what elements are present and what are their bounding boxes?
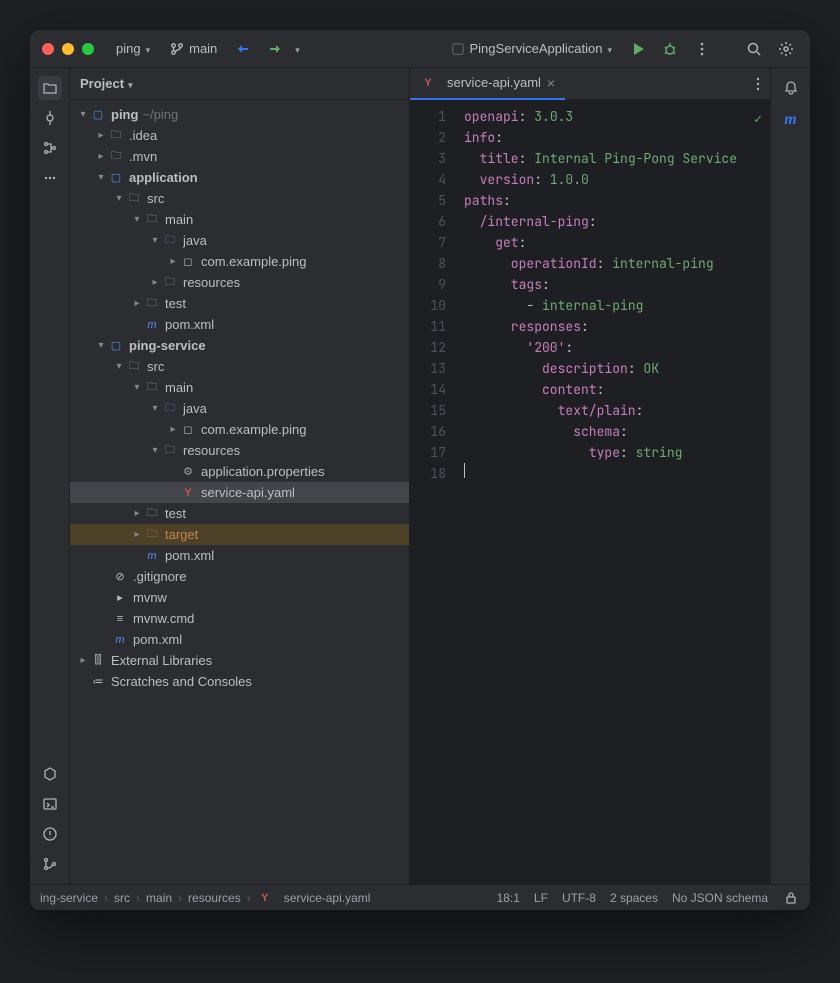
- editor-body[interactable]: 123456789101112131415161718 ✓ openapi: 3…: [410, 100, 770, 884]
- tree-item-root[interactable]: ▾▢ping~/ping: [70, 104, 409, 125]
- tree-item-main2[interactable]: ▾🗀main: [70, 377, 409, 398]
- left-tool-rail: [30, 68, 70, 884]
- structure-tool-button[interactable]: [38, 136, 62, 160]
- project-name: ping: [116, 41, 141, 56]
- tree-item-mvn[interactable]: ▸🗀.mvn: [70, 146, 409, 167]
- project-tree[interactable]: ▾▢ping~/ping ▸🗀.idea ▸🗀.mvn ▾▢applicatio…: [70, 100, 409, 884]
- yaml-icon: Y: [257, 890, 273, 906]
- debug-button[interactable]: [658, 37, 682, 61]
- project-panel: Project ▾▢ping~/ping ▸🗀.idea ▸🗀.mvn ▾▢ap…: [70, 68, 410, 884]
- terminal-tool-button[interactable]: [38, 792, 62, 816]
- line-ending[interactable]: LF: [534, 891, 548, 905]
- problems-tool-button[interactable]: [38, 822, 62, 846]
- inspection-ok-icon[interactable]: ✓: [754, 108, 762, 129]
- tab-strip: Y service-api.yaml ×: [410, 68, 770, 100]
- project-dropdown[interactable]: ping: [110, 38, 156, 59]
- settings-button[interactable]: [774, 37, 798, 61]
- project-tool-button[interactable]: [38, 76, 62, 100]
- tree-item-pom[interactable]: mpom.xml: [70, 314, 409, 335]
- ide-window: ping main PingServiceApplication: [30, 30, 810, 910]
- tree-item-idea[interactable]: ▸🗀.idea: [70, 125, 409, 146]
- schema-status[interactable]: No JSON schema: [672, 891, 768, 905]
- minimize-window-button[interactable]: [62, 43, 74, 55]
- tree-item-gitignore[interactable]: ⊘.gitignore: [70, 566, 409, 587]
- encoding[interactable]: UTF-8: [562, 891, 596, 905]
- tab-more-button[interactable]: [746, 72, 770, 96]
- tree-item-pom3[interactable]: mpom.xml: [70, 629, 409, 650]
- breadcrumbs[interactable]: ing-service› src› main› resources› Y ser…: [40, 890, 483, 906]
- chevron-down-icon: [146, 41, 151, 56]
- tree-item-test2[interactable]: ▸🗀test: [70, 503, 409, 524]
- project-panel-header[interactable]: Project: [70, 68, 409, 100]
- vcs-push-button[interactable]: [263, 37, 287, 61]
- tree-item-scratches[interactable]: ≔Scratches and Consoles: [70, 671, 409, 692]
- run-config-dropdown[interactable]: PingServiceApplication: [445, 38, 619, 59]
- editor-area: Y service-api.yaml × 1234567891011121314…: [410, 68, 770, 884]
- status-bar: ing-service› src› main› resources› Y ser…: [30, 884, 810, 910]
- tree-item-pkg-ping2[interactable]: ▸◻com.example.ping: [70, 419, 409, 440]
- right-tool-rail: m: [770, 68, 810, 884]
- tree-item-test[interactable]: ▸🗀test: [70, 293, 409, 314]
- tree-item-app-props[interactable]: ⚙application.properties: [70, 461, 409, 482]
- lock-button[interactable]: [782, 889, 800, 907]
- notifications-button[interactable]: [779, 76, 803, 100]
- cursor-position[interactable]: 18:1: [497, 891, 520, 905]
- more-actions-button[interactable]: [690, 37, 714, 61]
- more-tools-button[interactable]: [38, 166, 62, 190]
- tree-item-java2[interactable]: ▾🗀java: [70, 398, 409, 419]
- tree-item-ext-libs[interactable]: ▸⫿⫿External Libraries: [70, 650, 409, 671]
- commit-tool-button[interactable]: [38, 106, 62, 130]
- tree-item-resources2[interactable]: ▾🗀resources: [70, 440, 409, 461]
- tree-item-application[interactable]: ▾▢application: [70, 167, 409, 188]
- panel-title: Project: [80, 76, 124, 91]
- branch-name: main: [189, 41, 217, 56]
- tree-item-mvnw[interactable]: ▸mvnw: [70, 587, 409, 608]
- vcs-update-button[interactable]: [231, 37, 255, 61]
- app-icon: [451, 42, 465, 56]
- line-gutter: 123456789101112131415161718: [410, 100, 456, 884]
- tree-item-main[interactable]: ▾🗀main: [70, 209, 409, 230]
- tree-item-resources[interactable]: ▸🗀resources: [70, 272, 409, 293]
- chevron-down-icon: [607, 41, 612, 56]
- titlebar: ping main PingServiceApplication: [30, 30, 810, 68]
- tab-label: service-api.yaml: [447, 75, 541, 90]
- tree-item-pom2[interactable]: mpom.xml: [70, 545, 409, 566]
- chevron-down-icon: [128, 76, 133, 91]
- tab-service-api[interactable]: Y service-api.yaml ×: [410, 68, 565, 100]
- search-button[interactable]: [742, 37, 766, 61]
- maven-icon: m: [784, 111, 796, 129]
- tree-item-src[interactable]: ▾🗀src: [70, 188, 409, 209]
- code-content[interactable]: ✓ openapi: 3.0.3 info: title: Internal P…: [456, 100, 770, 884]
- tree-item-src2[interactable]: ▾🗀src: [70, 356, 409, 377]
- maximize-window-button[interactable]: [82, 43, 94, 55]
- close-window-button[interactable]: [42, 43, 54, 55]
- tree-item-service-api[interactable]: Yservice-api.yaml: [70, 482, 409, 503]
- chevron-down-icon[interactable]: [295, 41, 300, 56]
- maven-tool-button[interactable]: m: [779, 108, 803, 132]
- branch-icon: [170, 42, 184, 56]
- close-tab-button[interactable]: ×: [547, 75, 555, 91]
- traffic-lights: [42, 43, 94, 55]
- run-config-name: PingServiceApplication: [470, 41, 603, 56]
- tree-item-ping-service[interactable]: ▾▢ping-service: [70, 335, 409, 356]
- run-button[interactable]: [626, 37, 650, 61]
- services-tool-button[interactable]: [38, 762, 62, 786]
- tree-item-target[interactable]: ▸🗀target: [70, 524, 409, 545]
- tree-item-pkg-ping[interactable]: ▸◻com.example.ping: [70, 251, 409, 272]
- indent-setting[interactable]: 2 spaces: [610, 891, 658, 905]
- yaml-icon: Y: [420, 75, 436, 91]
- tree-item-java[interactable]: ▾🗀java: [70, 230, 409, 251]
- vcs-tool-button[interactable]: [38, 852, 62, 876]
- vcs-branch-dropdown[interactable]: main: [164, 38, 223, 59]
- tree-item-mvnw-cmd[interactable]: ≡mvnw.cmd: [70, 608, 409, 629]
